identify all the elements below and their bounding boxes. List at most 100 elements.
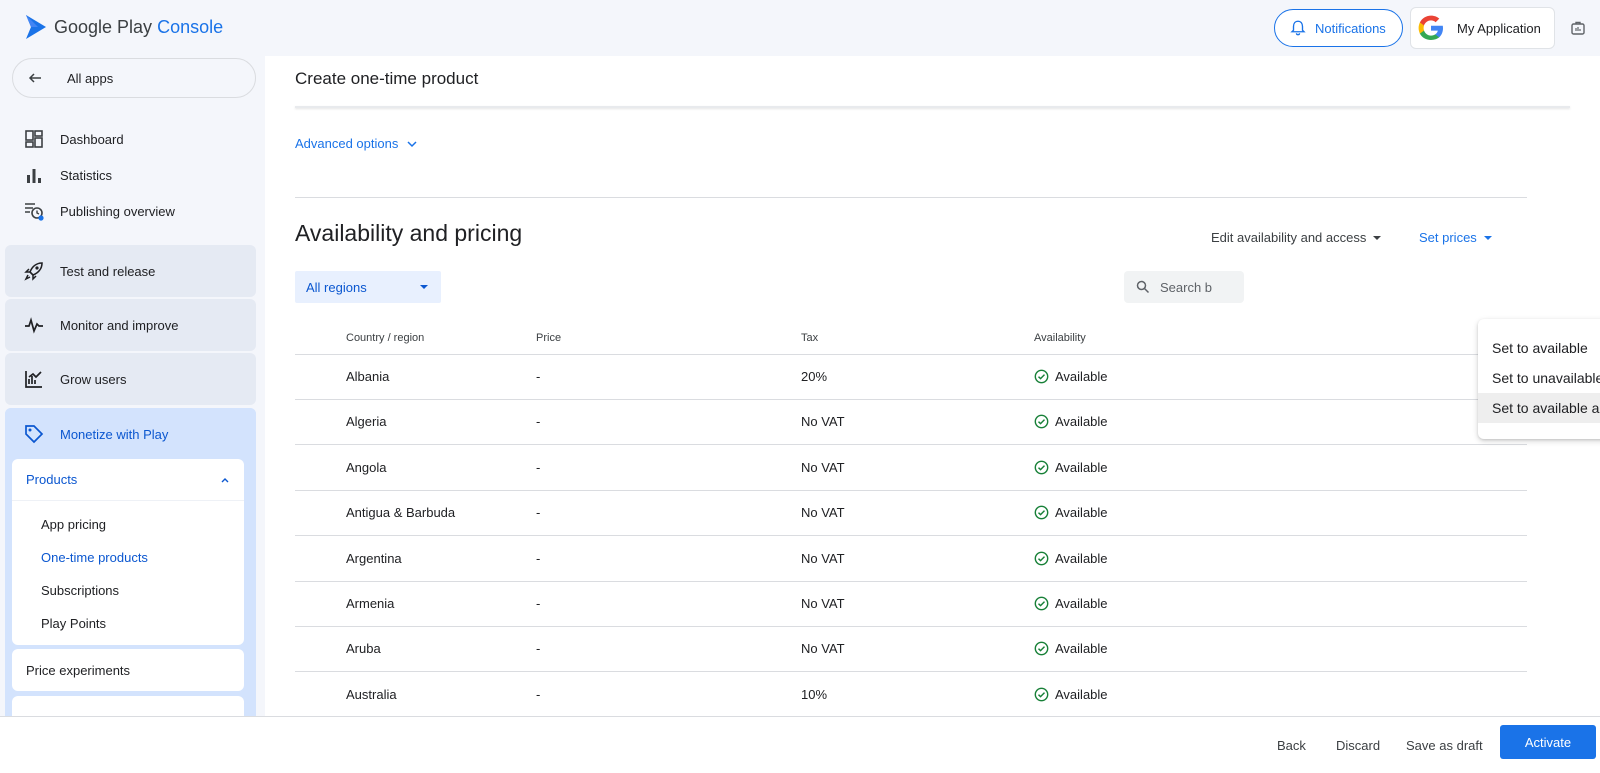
advanced-options-toggle[interactable]: Advanced options	[295, 136, 418, 151]
availability-label: Available	[1055, 505, 1108, 521]
edit-availability-button[interactable]: Edit availability and access	[1211, 230, 1382, 245]
table-header: Country / region Price Tax Availability	[295, 323, 1527, 355]
sidebar-group-grow-users[interactable]: Grow users	[5, 353, 256, 405]
sidebar: All apps Dashboard Statistics Publishing…	[0, 56, 265, 716]
sidebar-group-label: Test and release	[60, 263, 156, 279]
search-placeholder: Search b	[1160, 279, 1213, 295]
sidebar-item-price-experiments[interactable]: Price experiments	[12, 649, 244, 691]
price-cell: -	[536, 550, 541, 566]
price-cell: -	[536, 641, 541, 657]
google-g-icon	[1418, 15, 1443, 40]
logo-text: Google Play	[54, 16, 153, 37]
sidebar-group-label: Monitor and improve	[60, 317, 179, 333]
products-label: Products	[26, 472, 78, 487]
sidebar-item-play-points[interactable]: Play Points	[41, 616, 106, 631]
column-header-price[interactable]: Price	[536, 332, 561, 344]
menu-item-set-unavailable[interactable]: Set to unavailable	[1478, 363, 1600, 393]
sidebar-item-app-pricing[interactable]: App pricing	[41, 517, 106, 532]
region-selector-label: All regions	[306, 279, 367, 295]
discard-button[interactable]: Discard	[1336, 738, 1380, 753]
page-title: Create one-time product	[295, 69, 479, 88]
play-console-logo[interactable]: Google Play Console	[24, 14, 223, 40]
briefcase-icon[interactable]	[1566, 16, 1590, 40]
country-cell: Aruba	[346, 641, 381, 657]
save-draft-button[interactable]: Save as draft	[1406, 738, 1483, 753]
pulse-icon	[24, 315, 44, 335]
sidebar-group-test-and-release[interactable]: Test and release	[5, 245, 256, 297]
price-experiments-label: Price experiments	[26, 662, 131, 678]
table-row[interactable]: Argentina - No VAT Available	[295, 537, 1527, 582]
table-row[interactable]: Australia - 10% Available	[295, 673, 1527, 716]
all-apps-label: All apps	[67, 70, 114, 86]
set-prices-button[interactable]: Set prices	[1419, 230, 1493, 245]
country-cell: Albania	[346, 369, 390, 384]
notifications-button[interactable]: Notifications	[1274, 9, 1403, 47]
advanced-options-label: Advanced options	[295, 136, 399, 151]
dropdown-arrow-icon	[420, 285, 428, 289]
check-circle-icon	[1034, 687, 1049, 702]
price-cell: -	[536, 686, 541, 702]
sidebar-item-publishing-overview[interactable]: Publishing overview	[24, 197, 175, 225]
table-row[interactable]: Angola - No VAT Available	[295, 446, 1527, 491]
column-header-country[interactable]: Country / region	[346, 332, 424, 344]
availability-label: Available	[1055, 369, 1108, 384]
all-apps-button[interactable]: All apps	[12, 58, 256, 98]
availability-cell: Available	[1034, 687, 1108, 702]
section-title: Availability and pricing	[295, 220, 523, 246]
tax-cell: No VAT	[801, 641, 845, 657]
chevron-down-icon	[407, 140, 417, 147]
availability-cell: Available	[1034, 460, 1108, 475]
activate-button[interactable]: Activate	[1500, 725, 1596, 759]
account-switcher[interactable]: My Application	[1410, 7, 1555, 49]
price-cell: -	[536, 369, 541, 384]
table-row[interactable]: Albania - 20% Available	[295, 355, 1527, 400]
search-icon	[1136, 280, 1150, 294]
check-circle-icon	[1034, 505, 1049, 520]
search-input[interactable]: Search b	[1124, 271, 1244, 303]
country-cell: Antigua & Barbuda	[346, 505, 456, 521]
availability-cell: Available	[1034, 551, 1108, 566]
table-row[interactable]: Aruba - No VAT Available	[295, 627, 1527, 673]
table-row[interactable]: Algeria - No VAT Available	[295, 400, 1527, 446]
back-button[interactable]: Back	[1277, 738, 1306, 753]
sidebar-item-label: Publishing overview	[60, 203, 175, 219]
bell-icon	[1290, 20, 1306, 36]
check-circle-icon	[1034, 369, 1049, 384]
sidebar-item-subscriptions[interactable]: Subscriptions	[41, 583, 119, 598]
account-name: My Application	[1457, 20, 1541, 36]
dashboard-icon	[24, 129, 44, 149]
sidebar-group-monetize-with-play[interactable]: Monetize with Play	[5, 408, 256, 460]
price-cell: -	[536, 459, 541, 475]
column-header-availability[interactable]: Availability	[1034, 332, 1086, 344]
publishing-icon	[24, 201, 44, 221]
menu-item-set-available[interactable]: Set to available	[1478, 333, 1600, 363]
footer-action-bar: Back Discard Save as draft Activate	[0, 716, 1600, 773]
sidebar-item-one-time-products[interactable]: One-time products	[41, 550, 148, 565]
check-circle-icon	[1034, 460, 1049, 475]
tag-icon	[24, 424, 44, 444]
activate-label: Activate	[1524, 734, 1572, 750]
availability-cell: Available	[1034, 641, 1108, 656]
set-prices-label: Set prices	[1419, 230, 1477, 245]
table-row[interactable]: Armenia - No VAT Available	[295, 582, 1527, 627]
region-selector[interactable]: All regions	[295, 271, 441, 303]
sidebar-group-label: Grow users	[60, 371, 127, 387]
play-logo-icon	[26, 15, 46, 39]
tax-cell: 10%	[801, 686, 828, 702]
country-cell: Angola	[346, 459, 387, 475]
top-bar: Google Play Console Notifications My App…	[0, 0, 1600, 56]
availability-label: Available	[1055, 550, 1108, 566]
price-cell: -	[536, 505, 541, 521]
country-cell: Australia	[346, 686, 397, 702]
check-circle-icon	[1034, 415, 1049, 429]
column-header-tax[interactable]: Tax	[801, 332, 818, 344]
logo-accent: Console	[157, 16, 224, 37]
menu-item-set-available-pre-order[interactable]: Set to available and allow users to pre-…	[1478, 393, 1600, 423]
sidebar-item-partial[interactable]	[12, 696, 244, 716]
sidebar-group-monitor-and-improve[interactable]: Monitor and improve	[5, 299, 256, 351]
check-circle-icon	[1034, 596, 1049, 611]
table-row[interactable]: Antigua & Barbuda - No VAT Available	[295, 491, 1527, 537]
products-toggle[interactable]: Products	[12, 459, 244, 501]
sidebar-item-statistics[interactable]: Statistics	[24, 161, 112, 189]
sidebar-item-dashboard[interactable]: Dashboard	[24, 125, 124, 153]
